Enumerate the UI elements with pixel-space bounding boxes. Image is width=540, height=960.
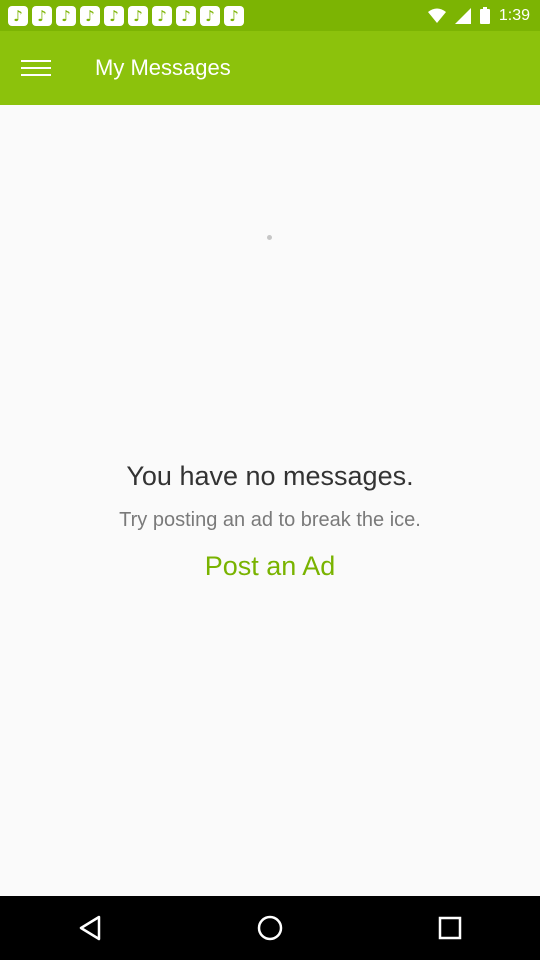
music-note-icon: ♪ [152, 5, 172, 26]
status-time: 1:39 [498, 6, 530, 24]
music-note-icon: ♪ [80, 5, 100, 26]
music-note-icon: ♪ [200, 5, 220, 26]
music-note-icon: ♪ [32, 5, 52, 26]
app-bar: My Messages [0, 31, 540, 105]
empty-state-subtitle: Try posting an ad to break the ice. [119, 509, 421, 531]
home-button[interactable] [240, 898, 300, 958]
music-note-icon: ♪ [8, 5, 28, 26]
status-bar: ♪ ♪ ♪ ♪ ♪ ♪ ♪ ♪ ♪ ♪ 1:39 [0, 0, 540, 31]
post-an-ad-link[interactable]: Post an Ad [170, 551, 370, 582]
back-icon [79, 915, 101, 941]
recents-button[interactable] [420, 898, 480, 958]
music-note-icon: ♪ [176, 5, 196, 26]
music-note-icon: ♪ [56, 5, 76, 26]
music-note-icon: ♪ [224, 5, 244, 26]
home-icon [257, 915, 283, 941]
music-note-icon: ♪ [104, 5, 124, 26]
battery-icon [479, 7, 490, 24]
status-right: 1:39 [427, 6, 530, 25]
system-nav-bar [0, 896, 540, 960]
loading-dot [267, 235, 272, 240]
signal-icon [454, 7, 471, 24]
page-title: My Messages [95, 55, 231, 80]
menu-button[interactable] [0, 31, 72, 105]
notification-icons: ♪ ♪ ♪ ♪ ♪ ♪ ♪ ♪ ♪ ♪ [8, 5, 244, 26]
back-button[interactable] [60, 898, 120, 958]
empty-state-title: You have no messages. [126, 461, 414, 491]
recents-icon [438, 916, 462, 940]
hamburger-menu-icon [21, 60, 51, 76]
music-note-icon: ♪ [128, 5, 148, 26]
wifi-icon [427, 8, 446, 23]
messages-content: You have no messages. Try posting an ad … [0, 105, 540, 896]
